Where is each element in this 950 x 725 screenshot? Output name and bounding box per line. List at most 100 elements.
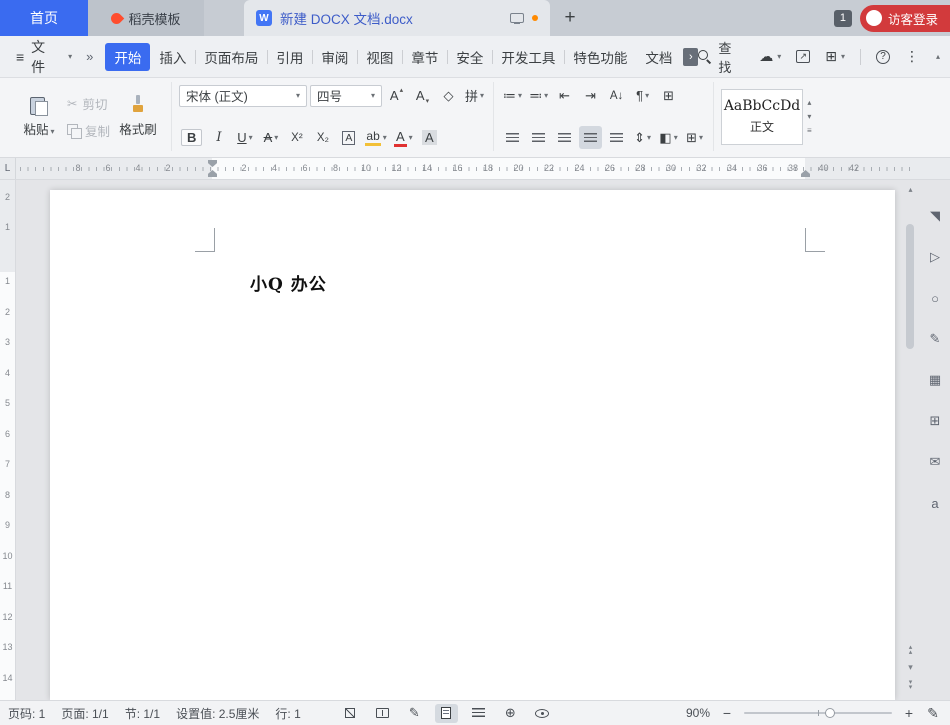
- help-button[interactable]: ?: [875, 49, 890, 64]
- tab-selector-button[interactable]: L: [0, 158, 16, 179]
- document-tab[interactable]: W 新建 DOCX 文档.docx: [244, 0, 550, 36]
- align-left-button[interactable]: [501, 126, 524, 149]
- vertical-ruler[interactable]: 2112345678910111213141516: [0, 180, 16, 700]
- character-shading-button[interactable]: A: [418, 126, 441, 149]
- triangle-icon[interactable]: ◥: [925, 208, 945, 224]
- tab-special-features[interactable]: 特色功能: [564, 43, 636, 71]
- tab-document[interactable]: 文档: [636, 43, 681, 71]
- new-tab-button[interactable]: +: [550, 0, 590, 36]
- grow-font-button[interactable]: A ▴: [385, 84, 408, 107]
- style-normal-button[interactable]: AaBbCcDd 正文: [721, 88, 804, 145]
- character-border-button[interactable]: A: [337, 126, 360, 149]
- italic-button[interactable]: I: [207, 126, 230, 149]
- superscript-button[interactable]: X²: [285, 126, 308, 149]
- web-layout-button[interactable]: ⊕: [499, 704, 522, 723]
- zoom-slider-thumb[interactable]: [825, 708, 836, 718]
- font-size-select[interactable]: 四号 ▾: [310, 84, 383, 107]
- shading-button[interactable]: ◧ ▾: [657, 126, 680, 149]
- handwriting-button[interactable]: ✎: [926, 705, 940, 722]
- pencil-icon[interactable]: ✎: [925, 331, 945, 347]
- vertical-scrollbar[interactable]: ▴ ▴ ▴ ▾ ▾ ▾: [903, 182, 918, 698]
- font-name-select[interactable]: 宋体 (正文) ▾: [179, 84, 308, 107]
- ink-button[interactable]: ✎: [403, 704, 426, 723]
- notification-badge[interactable]: 1: [833, 9, 852, 27]
- justify-button[interactable]: [579, 126, 603, 149]
- scroll-down-button[interactable]: ▾: [908, 663, 913, 672]
- text-icon[interactable]: a: [925, 495, 945, 511]
- style-scroll-down-button[interactable]: ▾: [807, 112, 811, 121]
- play-icon[interactable]: ▷: [925, 249, 945, 265]
- bold-button[interactable]: B: [179, 126, 204, 149]
- scroll-up-button[interactable]: ▴: [908, 182, 912, 196]
- more-menu-button[interactable]: ⋮: [905, 48, 919, 65]
- window-grid-icon[interactable]: ⊞: [925, 413, 945, 429]
- collapse-ribbon-button[interactable]: ▴: [934, 52, 940, 61]
- quick-access-more-button[interactable]: »: [78, 49, 101, 64]
- template-tab[interactable]: 稻壳模板: [88, 0, 204, 36]
- tab-references[interactable]: 引用: [267, 43, 312, 71]
- style-scroll-up-button[interactable]: ▴: [807, 98, 811, 107]
- cut-button[interactable]: ✂ 剪切: [67, 94, 110, 113]
- distribute-button[interactable]: [605, 126, 628, 149]
- window-switch-button[interactable]: ⊞ ▾: [825, 48, 845, 65]
- zoom-in-button[interactable]: +: [902, 705, 916, 721]
- grid-icon[interactable]: ▦: [925, 372, 945, 388]
- tab-section[interactable]: 章节: [402, 43, 447, 71]
- next-page-button[interactable]: ▾ ▾: [909, 679, 913, 691]
- find-button[interactable]: 查找: [698, 38, 744, 76]
- shrink-font-button[interactable]: A ▾: [411, 84, 434, 107]
- tab-dev-tools[interactable]: 开发工具: [492, 43, 564, 71]
- circle-icon[interactable]: ○: [925, 290, 945, 306]
- zoom-level[interactable]: 90%: [686, 706, 710, 720]
- zoom-out-button[interactable]: −: [720, 705, 734, 721]
- tab-view[interactable]: 视图: [357, 43, 402, 71]
- strikethrough-button[interactable]: A ▾: [259, 126, 282, 149]
- decrease-indent-button[interactable]: ⇤: [553, 84, 576, 107]
- format-painter-button[interactable]: 格式刷: [112, 84, 164, 149]
- previous-page-button[interactable]: ▴ ▴: [909, 644, 913, 656]
- tabs-overflow-button[interactable]: ›: [683, 47, 699, 66]
- read-mode-button[interactable]: [371, 704, 394, 723]
- underline-button[interactable]: U ▾: [233, 126, 256, 149]
- phonetic-guide-button[interactable]: 拼 ▾: [463, 84, 486, 107]
- line-spacing-button[interactable]: ⇕ ▾: [631, 126, 654, 149]
- file-menu-button[interactable]: ≡ 文件 ▾: [10, 37, 78, 77]
- borders-button[interactable]: ⊞ ▾: [683, 126, 706, 149]
- increase-indent-button[interactable]: ⇥: [579, 84, 602, 107]
- subscript-button[interactable]: X₂: [311, 126, 334, 149]
- margin-setting-status[interactable]: 设置值: 2.5厘米: [176, 705, 259, 722]
- highlight-button[interactable]: ab ▾: [363, 126, 388, 149]
- outline-view-button[interactable]: [467, 704, 490, 723]
- align-right-button[interactable]: [553, 126, 576, 149]
- cloud-sync-button[interactable]: ☁ ▾: [759, 48, 781, 65]
- eye-protection-button[interactable]: [531, 704, 554, 723]
- scrollbar-thumb[interactable]: [906, 224, 914, 349]
- print-layout-button[interactable]: [434, 703, 458, 723]
- align-center-button[interactable]: [527, 126, 550, 149]
- show-marks-button[interactable]: ¶ ▾: [631, 84, 654, 107]
- bullets-button[interactable]: ≔ ▾: [501, 84, 524, 107]
- tab-review[interactable]: 审阅: [312, 43, 357, 71]
- tab-page-layout[interactable]: 页面布局: [195, 43, 267, 71]
- paragraph-layout-button[interactable]: ⊞: [657, 84, 680, 107]
- document-page[interactable]: 小Q 办公: [50, 190, 895, 700]
- horizontal-ruler[interactable]: L 8 6 4 2 2 4 6 8 10 12 14 16 18 20 22 24 26 28 30 32 34 36 38…: [0, 158, 950, 180]
- copy-button[interactable]: 复制: [67, 121, 110, 140]
- zoom-slider[interactable]: [744, 707, 892, 719]
- tab-security[interactable]: 安全: [447, 43, 492, 71]
- style-more-button[interactable]: ≡: [807, 126, 812, 135]
- guest-login-button[interactable]: 访客登录: [859, 4, 950, 32]
- tab-start[interactable]: 开始: [105, 42, 151, 71]
- paste-button[interactable]: 粘贴 ▾: [13, 84, 65, 149]
- home-tab[interactable]: 首页: [0, 0, 88, 36]
- sort-button[interactable]: A↓: [605, 84, 628, 107]
- scrollbar-track[interactable]: [903, 196, 918, 639]
- document-text[interactable]: 小Q 办公: [250, 270, 327, 295]
- envelope-icon[interactable]: ✉: [925, 454, 945, 470]
- share-button[interactable]: ↗: [796, 50, 811, 63]
- tab-insert[interactable]: 插入: [150, 43, 195, 71]
- font-color-button[interactable]: A ▾: [392, 126, 415, 149]
- numbering-button[interactable]: ≕ ▾: [527, 84, 550, 107]
- fullscreen-button[interactable]: [339, 704, 362, 723]
- text-effects-button[interactable]: ◇: [437, 84, 460, 107]
